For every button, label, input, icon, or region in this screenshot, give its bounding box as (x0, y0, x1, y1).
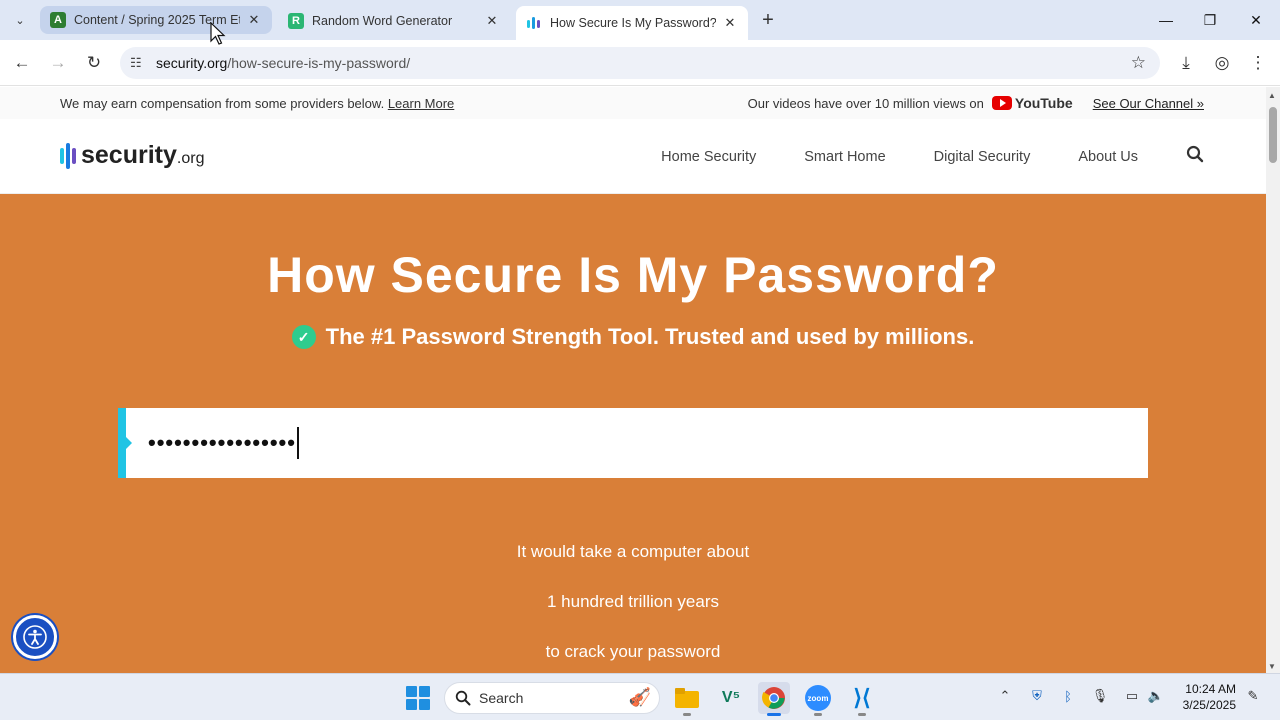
defender-shield-icon[interactable]: ⛨ (1027, 686, 1047, 706)
nav-about-us[interactable]: About Us (1078, 149, 1138, 165)
search-icon (455, 690, 471, 706)
tab-how-secure-password[interactable]: How Secure Is My Password? | S ✕ (516, 6, 748, 40)
address-bar[interactable]: ☷ security.org/how-secure-is-my-password… (120, 47, 1160, 79)
text-caret (296, 427, 299, 459)
password-input[interactable]: ••••••••••••••••• (118, 408, 1148, 478)
tab-strip: ⌄ A Content / Spring 2025 Term Eth ✕ R R… (0, 0, 1280, 40)
microphone-icon[interactable]: 🎙 (1090, 686, 1110, 706)
check-icon: ✓ (291, 325, 316, 349)
close-window-icon[interactable]: ✕ (1244, 8, 1268, 32)
clock-time: 10:24 AM (1185, 682, 1236, 696)
result-line-3: to crack your password (545, 642, 721, 661)
videos-text: Our videos have over 10 million views on (747, 95, 984, 111)
reload-icon[interactable]: ↻ (82, 51, 106, 75)
restore-icon[interactable]: ❐ (1198, 8, 1222, 32)
result-time: 1 hundred trillion years (547, 592, 719, 611)
clock[interactable]: 10:24 AM 3/25/2025 (1183, 681, 1236, 713)
site-header: security.org Home Security Smart Home Di… (0, 119, 1266, 194)
clock-date: 3/25/2025 (1182, 698, 1236, 712)
close-tab-icon[interactable]: ✕ (722, 15, 738, 31)
password-mask: ••••••••••••••••• (148, 430, 296, 455)
close-tab-icon[interactable]: ✕ (246, 12, 262, 28)
app-icon-vs[interactable]: V⁵ (715, 682, 747, 714)
hero-subtitle: ✓ The #1 Password Strength Tool. Trusted… (0, 324, 1266, 350)
logo-bars-icon (60, 142, 76, 169)
search-icon[interactable] (1186, 145, 1204, 168)
close-tab-icon[interactable]: ✕ (484, 13, 500, 29)
result-line-1: It would take a computer about (516, 542, 750, 561)
page-scrollbar[interactable]: ▲ ▼ (1266, 87, 1280, 673)
see-our-channel-link[interactable]: See Our Channel » (1093, 96, 1204, 111)
nav-home-security[interactable]: Home Security (661, 149, 756, 165)
download-icon[interactable]: ⤓ (1174, 51, 1198, 75)
tab-search-button[interactable]: ⌄ (8, 8, 32, 32)
show-hidden-icons[interactable]: ⌃ (995, 686, 1015, 706)
nav-smart-home[interactable]: Smart Home (804, 149, 885, 165)
web-page: We may earn compensation from some provi… (0, 87, 1266, 673)
security-org-icon (526, 15, 542, 31)
security-org-logo[interactable]: security.org (60, 141, 204, 170)
nav-digital-security[interactable]: Digital Security (934, 149, 1031, 165)
tab-content-spring-2025[interactable]: A Content / Spring 2025 Term Eth ✕ (40, 6, 272, 34)
main-nav: Home Security Smart Home Digital Securit… (661, 119, 1204, 194)
zoom-icon[interactable]: zoom (802, 682, 834, 716)
page-title: How Secure Is My Password? (267, 247, 999, 303)
site-info-icon[interactable]: ☷ (130, 55, 146, 71)
disclosure-bar: We may earn compensation from some provi… (0, 87, 1266, 119)
network-icon[interactable]: ▭ (1122, 686, 1142, 706)
mouse-cursor-icon (210, 22, 226, 45)
youtube-play-icon (991, 96, 1012, 110)
volume-icon[interactable]: 🔈 (1146, 686, 1166, 706)
tab-title: Random Word Generator (312, 14, 453, 28)
learn-more-link[interactable]: Learn More (388, 96, 454, 111)
notification-icon[interactable]: ✎ (1243, 686, 1263, 706)
youtube-logo[interactable]: YouTube (991, 95, 1073, 111)
browser-toolbar: ← → ↻ ☷ security.org/how-secure-is-my-pa… (0, 40, 1280, 86)
back-icon[interactable]: ← (10, 51, 34, 75)
scrollbar-thumb[interactable] (1269, 107, 1277, 163)
bookmark-star-icon[interactable]: ☆ (1131, 53, 1146, 73)
tab-favicon: R (288, 13, 304, 29)
windows-taskbar: Search 🎻 V⁵ zoom ⟩⟨ ⌃ ⛨ ᛒ 🎙 ▭ 🔈 10:24 AM… (0, 673, 1280, 720)
input-arrow-icon (124, 435, 132, 451)
chrome-icon[interactable] (758, 682, 790, 716)
bluetooth-icon[interactable]: ᛒ (1058, 686, 1078, 706)
tab-favicon: A (50, 12, 66, 28)
file-explorer-icon[interactable] (671, 682, 703, 716)
taskbar-search[interactable]: Search 🎻 (444, 682, 660, 714)
accessibility-icon[interactable] (13, 615, 57, 659)
vscode-icon[interactable]: ⟩⟨ (846, 682, 878, 716)
hero-section: How Secure Is My Password? ✓ The #1 Pass… (0, 194, 1266, 673)
disclosure-text: We may earn compensation from some provi… (60, 95, 385, 111)
new-tab-button[interactable]: + (756, 8, 780, 32)
search-highlight-icon: 🎻 (628, 687, 651, 707)
minimize-icon[interactable]: — (1154, 8, 1178, 32)
profile-icon[interactable]: ◎ (1210, 51, 1234, 75)
windows-start-icon[interactable] (406, 686, 430, 710)
tab-random-word-generator[interactable]: R Random Word Generator ✕ (278, 6, 510, 36)
url-text[interactable]: security.org/how-secure-is-my-password/ (156, 55, 410, 71)
menu-icon[interactable]: ⋮ (1246, 51, 1270, 75)
tab-title: How Secure Is My Password? | S (550, 16, 716, 30)
forward-icon[interactable]: → (46, 51, 70, 75)
